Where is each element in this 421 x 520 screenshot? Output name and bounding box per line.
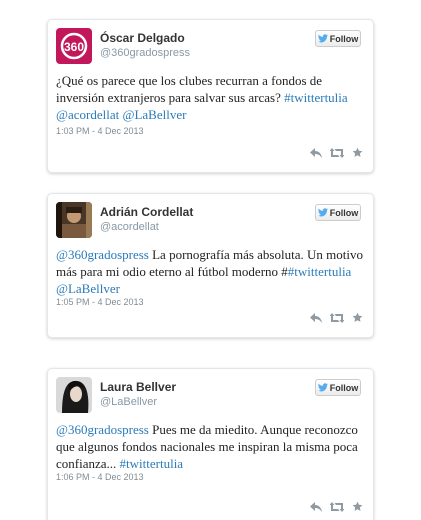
tweet-text: ¿Qué os parece que los clubes recurran a… (56, 72, 367, 123)
retweet-icon[interactable] (330, 147, 344, 158)
tweet-text: @360gradospress Pues me da miedito. Aunq… (56, 421, 367, 472)
tweet-actions (310, 501, 363, 512)
avatar[interactable]: 360 (56, 28, 92, 64)
tweet-card: 360 Óscar Delgado @360gradospress Follow… (47, 19, 374, 173)
tweet-actions (310, 312, 363, 323)
tweet-text: @360gradospress La pornografía más absol… (56, 246, 367, 297)
avatar[interactable] (56, 377, 92, 413)
mention-link[interactable]: @LaBellver (122, 107, 186, 122)
tweet-actions (310, 147, 363, 158)
reply-icon[interactable] (310, 312, 322, 323)
tweet-header: Laura Bellver @LaBellver Follow (56, 377, 365, 413)
reply-icon[interactable] (310, 501, 322, 512)
author-block: Adrián Cordellat @acordellat (100, 205, 193, 234)
tweet-timestamp[interactable]: 1:05 PM - 4 Dec 2013 (56, 297, 144, 307)
follow-button[interactable]: Follow (315, 30, 361, 47)
retweet-icon[interactable] (330, 501, 344, 512)
twitter-bird-icon (317, 383, 328, 392)
favorite-icon[interactable] (352, 147, 363, 158)
follow-label: Follow (329, 207, 359, 218)
tweet-timestamp[interactable]: 1:03 PM - 4 Dec 2013 (56, 126, 144, 136)
tweet-timestamp[interactable]: 1:06 PM - 4 Dec 2013 (56, 472, 144, 482)
mention-link[interactable]: @LaBellver (56, 281, 120, 296)
mention-link[interactable]: @360gradospress (56, 422, 149, 437)
author-block: Laura Bellver @LaBellver (100, 380, 176, 409)
mention-link[interactable]: @acordellat (56, 107, 119, 122)
follow-button[interactable]: Follow (315, 204, 361, 221)
tweet-card: Adrián Cordellat @acordellat Follow @360… (47, 193, 374, 338)
follow-button[interactable]: Follow (315, 379, 361, 396)
retweet-icon[interactable] (330, 312, 344, 323)
tweet-header: 360 Óscar Delgado @360gradospress Follow (56, 28, 365, 64)
follow-label: Follow (329, 382, 359, 393)
twitter-bird-icon (317, 34, 328, 43)
avatar-logo-text: 360 (64, 40, 84, 54)
tweet-card: Laura Bellver @LaBellver Follow @360grad… (47, 368, 374, 520)
favorite-icon[interactable] (352, 312, 363, 323)
tweet-header: Adrián Cordellat @acordellat Follow (56, 202, 365, 238)
follow-label: Follow (329, 33, 359, 44)
tweet-feed: 360 Óscar Delgado @360gradospress Follow… (0, 0, 421, 520)
favorite-icon[interactable] (352, 501, 363, 512)
author-name[interactable]: Óscar Delgado (100, 31, 190, 46)
tweet-text-segment: ¿Qué os parece que los clubes recurran a… (56, 73, 323, 105)
author-block: Óscar Delgado @360gradospress (100, 31, 190, 60)
author-name[interactable]: Laura Bellver (100, 380, 176, 395)
twitter-bird-icon (317, 208, 328, 217)
avatar[interactable] (56, 202, 92, 238)
author-handle[interactable]: @acordellat (100, 220, 193, 234)
hashtag-link[interactable]: #twittertulia (288, 264, 352, 279)
author-handle[interactable]: @360gradospress (100, 46, 190, 60)
reply-icon[interactable] (310, 147, 322, 158)
author-handle[interactable]: @LaBellver (100, 395, 176, 409)
hashtag-link[interactable]: #twittertulia (284, 90, 348, 105)
mention-link[interactable]: @360gradospress (56, 247, 149, 262)
author-name[interactable]: Adrián Cordellat (100, 205, 193, 220)
hashtag-link[interactable]: #twittertulia (120, 456, 184, 471)
